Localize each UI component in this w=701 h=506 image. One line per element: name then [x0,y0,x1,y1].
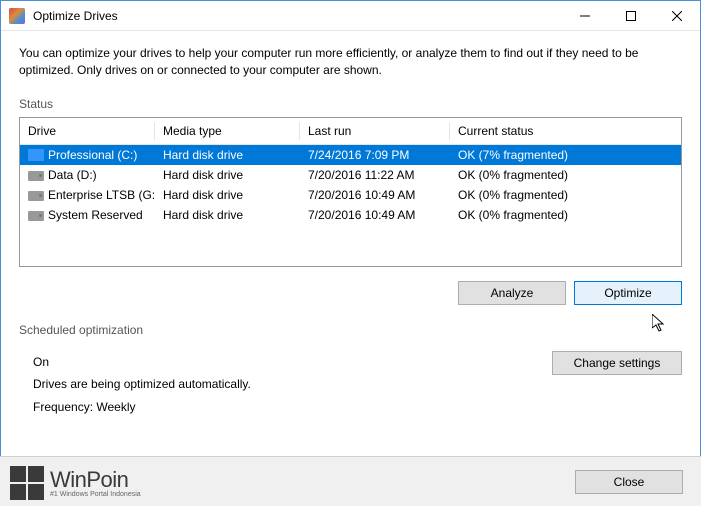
drive-status: OK (7% fragmented) [450,146,681,164]
drive-row[interactable]: Enterprise LTSB (G:)Hard disk drive7/20/… [20,185,681,205]
scheduled-optimization: Scheduled optimization On Drives are bei… [19,323,682,419]
close-button[interactable] [654,1,700,31]
drive-icon [28,149,44,161]
window-title: Optimize Drives [33,9,562,23]
drive-name: Enterprise LTSB (G:) [48,188,155,202]
drive-icon [28,171,44,181]
column-media[interactable]: Media type [155,122,300,140]
drive-icon [28,211,44,221]
column-last-run[interactable]: Last run [300,122,450,140]
minimize-button[interactable] [562,1,608,31]
drive-media: Hard disk drive [155,206,300,224]
drive-row[interactable]: Professional (C:) Hard disk drive7/24/201… [20,145,681,165]
drive-name: Professional (C:) [48,148,137,162]
maximize-icon [626,11,636,21]
drive-list-header: Drive Media type Last run Current status [20,118,681,145]
schedule-desc: Drives are being optimized automatically… [33,373,552,396]
drive-last-run: 7/20/2016 11:22 AM [300,166,450,184]
drive-status: OK (0% fragmented) [450,206,681,224]
schedule-frequency: Frequency: Weekly [33,396,552,419]
action-buttons: Analyze Optimize [19,281,682,305]
drive-row[interactable]: Data (D:) Hard disk drive7/20/2016 11:22 … [20,165,681,185]
drive-status: OK (0% fragmented) [450,166,681,184]
drive-last-run: 7/20/2016 10:49 AM [300,206,450,224]
window-controls [562,1,700,31]
drive-list[interactable]: Drive Media type Last run Current status… [19,117,682,267]
minimize-icon [580,11,590,21]
maximize-button[interactable] [608,1,654,31]
change-settings-button[interactable]: Change settings [552,351,682,375]
intro-text: You can optimize your drives to help you… [19,45,659,79]
schedule-state: On [33,351,552,374]
schedule-label: Scheduled optimization [19,323,682,337]
content-area: You can optimize your drives to help you… [1,31,700,429]
close-dialog-button[interactable]: Close [575,470,683,494]
drive-name: Data (D:) [48,168,97,182]
app-icon [9,8,25,24]
drive-last-run: 7/20/2016 10:49 AM [300,186,450,204]
titlebar: Optimize Drives [1,1,700,31]
bottom-bar: Close [0,456,701,506]
drive-media: Hard disk drive [155,146,300,164]
drive-media: Hard disk drive [155,166,300,184]
drive-status: OK (0% fragmented) [450,186,681,204]
drive-name: System Reserved [48,208,143,222]
column-status[interactable]: Current status [450,122,681,140]
drive-last-run: 7/24/2016 7:09 PM [300,146,450,164]
column-drive[interactable]: Drive [20,122,155,140]
optimize-button[interactable]: Optimize [574,281,682,305]
analyze-button[interactable]: Analyze [458,281,566,305]
drive-media: Hard disk drive [155,186,300,204]
close-icon [672,11,682,21]
drive-icon [28,191,44,201]
status-label: Status [19,97,682,111]
drive-row[interactable]: System Reserved Hard disk drive7/20/2016 … [20,205,681,225]
